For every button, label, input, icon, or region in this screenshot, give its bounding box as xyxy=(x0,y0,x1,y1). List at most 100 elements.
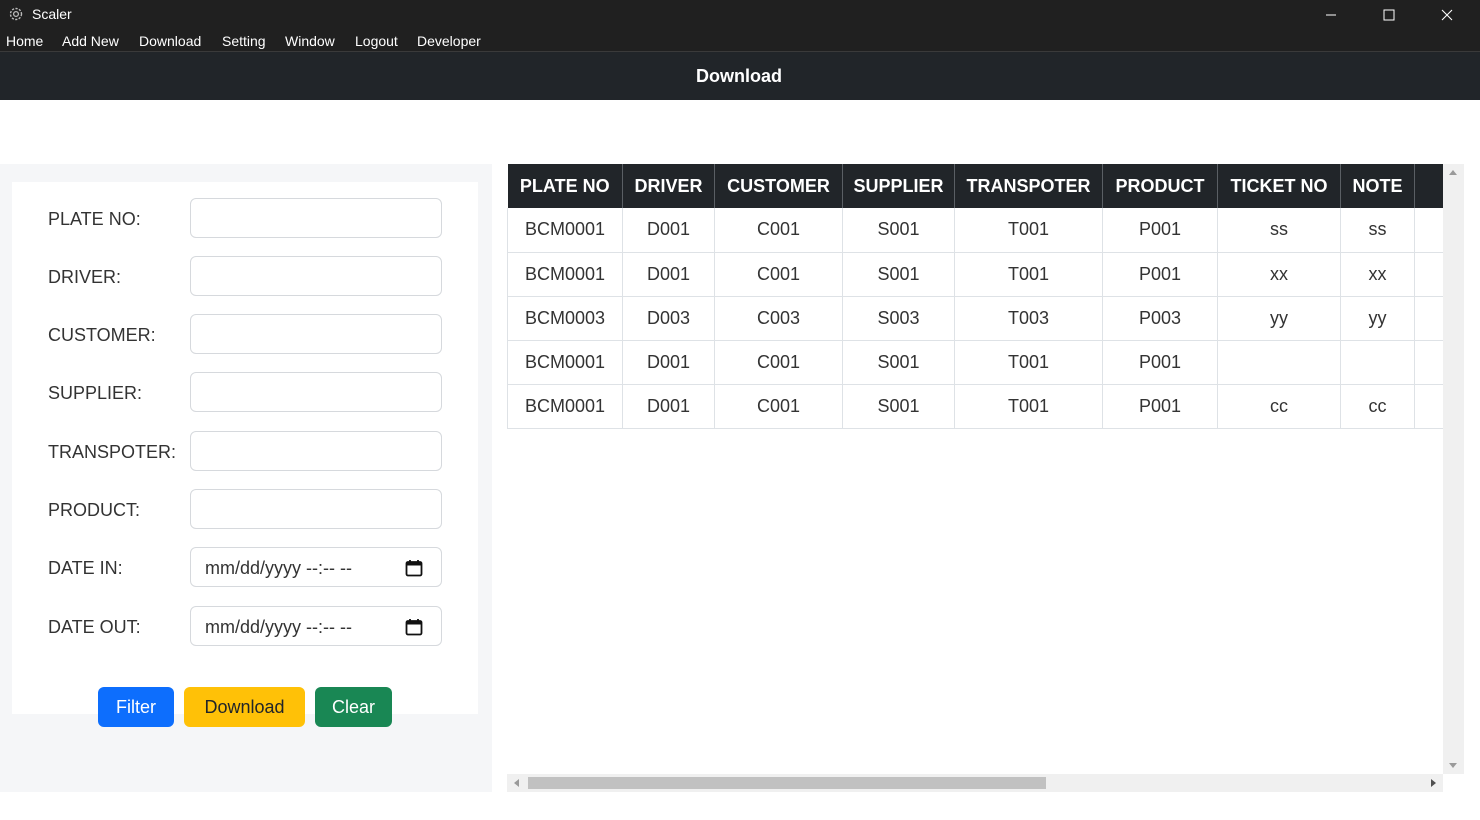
product-input[interactable] xyxy=(190,489,442,529)
customer-label: CUSTOMER: xyxy=(48,325,156,345)
table-cell: P003 xyxy=(1102,296,1218,341)
column-header-driver[interactable]: DRIVER xyxy=(622,164,715,208)
table-cell: xx xyxy=(1217,252,1341,297)
table-cell: D001 xyxy=(622,208,715,253)
plate-no-label: PLATE NO: xyxy=(48,209,141,229)
date-out-placeholder: mm/dd/yyyy --:-- -- xyxy=(205,617,352,637)
vertical-scrollbar[interactable] xyxy=(1443,164,1464,774)
table-cell: BCM0001 xyxy=(507,340,623,385)
table-cell: C001 xyxy=(714,208,843,253)
window-title: Scaler xyxy=(32,6,72,22)
gear-icon xyxy=(9,7,23,21)
column-header-clipped[interactable] xyxy=(1414,164,1443,208)
table-cell xyxy=(1414,296,1443,341)
table-cell: cc xyxy=(1340,384,1415,429)
driver-input[interactable] xyxy=(190,256,442,296)
date-in-placeholder: mm/dd/yyyy --:-- -- xyxy=(205,558,352,578)
table-cell: P001 xyxy=(1102,384,1218,429)
clear-button[interactable]: Clear xyxy=(315,687,392,727)
date-in-input[interactable]: mm/dd/yyyy --:-- -- xyxy=(190,547,442,587)
table-cell: cc xyxy=(1217,384,1341,429)
column-header-product[interactable]: PRODUCT xyxy=(1102,164,1218,208)
table-cell: D001 xyxy=(622,384,715,429)
table-cell: BCM0001 xyxy=(507,252,623,297)
table-cell: yy xyxy=(1340,296,1415,341)
horizontal-scrollbar[interactable] xyxy=(507,774,1443,792)
date-out-label: DATE OUT: xyxy=(48,617,141,637)
customer-input[interactable] xyxy=(190,314,442,354)
column-header-note[interactable]: NOTE xyxy=(1340,164,1415,208)
calendar-icon[interactable] xyxy=(405,559,423,577)
table-cell: BCM0001 xyxy=(507,208,623,253)
table-cell: ss xyxy=(1217,208,1341,253)
table-cell: T001 xyxy=(954,384,1103,429)
close-button[interactable] xyxy=(1418,0,1476,30)
menu-item-home[interactable]: Home xyxy=(6,33,43,49)
page-title: Download xyxy=(696,66,782,86)
table-cell: yy xyxy=(1217,296,1341,341)
table-cell: D003 xyxy=(622,296,715,341)
menu-item-add-new[interactable]: Add New xyxy=(62,33,119,49)
menu-item-setting[interactable]: Setting xyxy=(222,33,266,49)
results-table: PLATE NO DRIVER CUSTOMER SUPPLIER TRANSP… xyxy=(507,164,1443,429)
table-cell: T001 xyxy=(954,208,1103,253)
table-cell: T001 xyxy=(954,340,1103,385)
column-header-supplier[interactable]: SUPPLIER xyxy=(842,164,955,208)
close-icon xyxy=(1441,9,1453,21)
supplier-input[interactable] xyxy=(190,372,442,412)
menu-item-window[interactable]: Window xyxy=(285,33,335,49)
table-header-row: PLATE NO DRIVER CUSTOMER SUPPLIER TRANSP… xyxy=(507,164,1443,208)
column-header-transpoter[interactable]: TRANSPOTER xyxy=(954,164,1103,208)
results-table-container: PLATE NO DRIVER CUSTOMER SUPPLIER TRANSP… xyxy=(507,164,1443,774)
table-cell: S001 xyxy=(842,384,955,429)
supplier-label: SUPPLIER: xyxy=(48,383,143,403)
table-cell: T003 xyxy=(954,296,1103,341)
calendar-icon[interactable] xyxy=(405,618,423,636)
table-cell: P001 xyxy=(1102,340,1218,385)
table-cell: P001 xyxy=(1102,252,1218,297)
filter-panel: PLATE NO: DRIVER: CUSTOMER: SUPPLIER: TR… xyxy=(0,164,492,792)
scroll-left-icon[interactable] xyxy=(514,779,519,787)
table-cell: C001 xyxy=(714,384,843,429)
table-row[interactable]: BCM0001 D001 C001 S001 T001 P001 xyxy=(507,340,1443,385)
table-cell: S003 xyxy=(842,296,955,341)
scroll-down-icon[interactable] xyxy=(1449,763,1457,768)
table-cell: S001 xyxy=(842,340,955,385)
table-cell: S001 xyxy=(842,252,955,297)
scroll-up-icon[interactable] xyxy=(1449,170,1457,175)
menu-item-logout[interactable]: Logout xyxy=(355,33,398,49)
table-cell: BCM0001 xyxy=(507,384,623,429)
table-cell: S001 xyxy=(842,208,955,253)
table-row[interactable]: BCM0001 D001 C001 S001 T001 P001 ss ss 2… xyxy=(507,208,1443,253)
column-header-plate-no[interactable]: PLATE NO xyxy=(507,164,623,208)
scroll-right-icon[interactable] xyxy=(1431,779,1436,787)
menu-item-download[interactable]: Download xyxy=(139,33,201,49)
table-cell: C003 xyxy=(714,296,843,341)
menu-bar: Home Add New Download Setting Window Log… xyxy=(0,30,1480,52)
maximize-button[interactable] xyxy=(1360,0,1418,30)
minimize-button[interactable] xyxy=(1302,0,1360,30)
table-cell xyxy=(1414,252,1443,297)
table-cell: xx xyxy=(1340,252,1415,297)
table-row[interactable]: BCM0001 D001 C001 S001 T001 P001 xx xx xyxy=(507,252,1443,297)
menu-item-developer[interactable]: Developer xyxy=(417,33,481,49)
table-row[interactable]: BCM0001 D001 C001 S001 T001 P001 cc cc 2… xyxy=(507,384,1443,429)
plate-no-input[interactable] xyxy=(190,198,442,238)
column-header-customer[interactable]: CUSTOMER xyxy=(714,164,843,208)
table-cell xyxy=(1340,340,1415,385)
transpoter-input[interactable] xyxy=(190,431,442,471)
table-cell: P001 xyxy=(1102,208,1218,253)
download-button[interactable]: Download xyxy=(184,687,305,727)
table-cell: 20 xyxy=(1414,384,1443,429)
table-cell: D001 xyxy=(622,340,715,385)
table-cell xyxy=(1414,340,1443,385)
table-row[interactable]: BCM0003 D003 C003 S003 T003 P003 yy yy xyxy=(507,296,1443,341)
filter-form: PLATE NO: DRIVER: CUSTOMER: SUPPLIER: TR… xyxy=(12,182,478,727)
filter-button[interactable]: Filter xyxy=(98,687,174,727)
table-cell: T001 xyxy=(954,252,1103,297)
table-cell: C001 xyxy=(714,252,843,297)
maximize-icon xyxy=(1383,9,1395,21)
date-out-input[interactable]: mm/dd/yyyy --:-- -- xyxy=(190,606,442,646)
column-header-ticket-no[interactable]: TICKET NO xyxy=(1217,164,1341,208)
horizontal-scroll-thumb[interactable] xyxy=(528,777,1046,789)
